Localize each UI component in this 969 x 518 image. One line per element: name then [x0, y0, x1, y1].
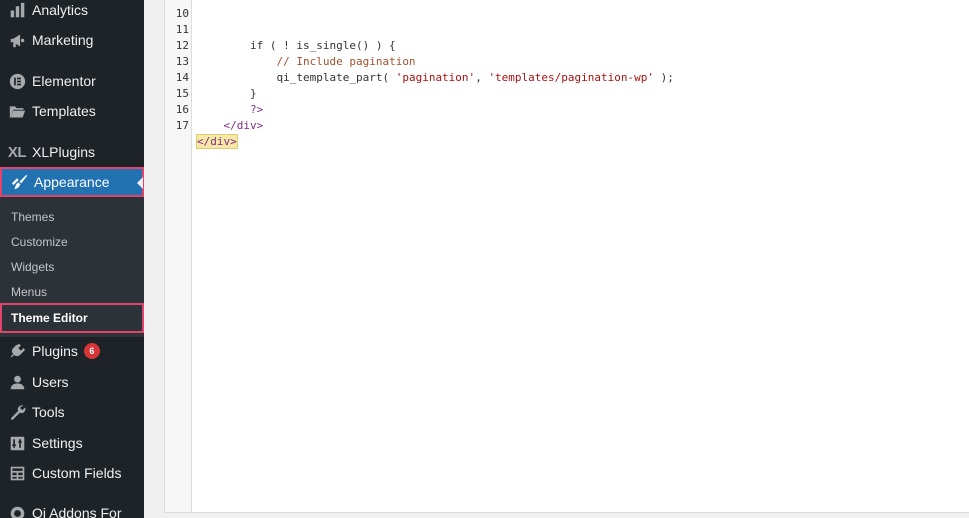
code-editor[interactable]: 10 11 if ( ! is_single() ) { 12 // Inclu… — [164, 0, 969, 513]
menu-item-label: Custom Fields — [32, 465, 122, 481]
table-icon — [7, 463, 27, 483]
menu-item-settings[interactable]: Settings — [0, 428, 144, 458]
menu-item-users[interactable]: Users — [0, 367, 144, 397]
menu-item-label: Settings — [32, 435, 83, 451]
line-number: 17 — [175, 119, 189, 132]
settings-icon — [7, 433, 27, 453]
user-icon — [7, 372, 27, 392]
code-line: 17 </div> — [165, 102, 965, 149]
menu-item-label: Analytics — [32, 2, 89, 18]
menu-item-label: Tools — [32, 404, 65, 420]
menu-item-xlplugins[interactable]: XL XLPlugins — [0, 137, 144, 167]
submenu-item-customize[interactable]: Customize — [0, 229, 144, 254]
menu-item-label: Plugins — [32, 343, 78, 359]
menu-item-marketing[interactable]: Marketing — [0, 25, 144, 55]
menu-item-plugins[interactable]: Plugins 6 — [0, 336, 144, 366]
qi-icon — [7, 503, 27, 518]
submenu-item-theme-editor[interactable]: Theme Editor — [0, 303, 144, 333]
code-line: 11 if ( ! is_single() ) { — [165, 6, 965, 52]
appearance-submenu: Themes Customize Widgets Menus Theme Edi… — [0, 197, 144, 337]
admin-sidebar: Analytics Marketing Elementor Templates … — [0, 0, 144, 518]
active-arrow — [137, 177, 143, 189]
menu-item-label: Users — [32, 374, 69, 390]
submenu-item-themes[interactable]: Themes — [0, 204, 144, 229]
folder-icon — [7, 101, 27, 121]
code-line: 13 qi_template_part( 'pagination', 'temp… — [165, 38, 965, 84]
menu-item-tools[interactable]: Tools — [0, 397, 144, 427]
menu-item-label: Templates — [32, 103, 96, 119]
submenu-item-widgets[interactable]: Widgets — [0, 254, 144, 279]
matched-tag-highlight: </div> — [196, 134, 238, 149]
submenu-item-menus[interactable]: Menus — [0, 279, 144, 304]
code-line: 12 // Include pagination — [165, 22, 965, 68]
bar-chart-icon — [7, 0, 27, 20]
code-line: 16 </div> — [165, 86, 965, 132]
menu-item-elementor[interactable]: Elementor — [0, 66, 144, 96]
paintbrush-icon — [9, 172, 29, 192]
menu-item-custom-fields[interactable]: Custom Fields — [0, 458, 144, 488]
menu-item-label: Elementor — [32, 73, 96, 89]
megaphone-icon — [7, 30, 27, 50]
menu-item-label: Appearance — [34, 174, 110, 190]
wrench-icon — [7, 402, 27, 422]
code-line: 14 } — [165, 54, 965, 100]
elementor-icon — [7, 71, 27, 91]
menu-item-label: Qi Addons For — [32, 505, 122, 518]
menu-item-label: Marketing — [32, 32, 94, 48]
menu-item-label: XLPlugins — [32, 144, 96, 160]
xl-icon: XL — [7, 143, 27, 161]
code-tag: </div> — [223, 119, 264, 132]
menu-item-analytics[interactable]: Analytics — [0, 0, 144, 25]
plugin-icon — [7, 341, 27, 361]
menu-item-qi-addons[interactable]: Qi Addons For — [0, 498, 144, 518]
update-count-badge: 6 — [83, 343, 100, 359]
menu-item-templates[interactable]: Templates — [0, 96, 144, 126]
code-line: 15 ?> — [165, 70, 965, 116]
menu-item-appearance[interactable]: Appearance — [0, 167, 144, 197]
